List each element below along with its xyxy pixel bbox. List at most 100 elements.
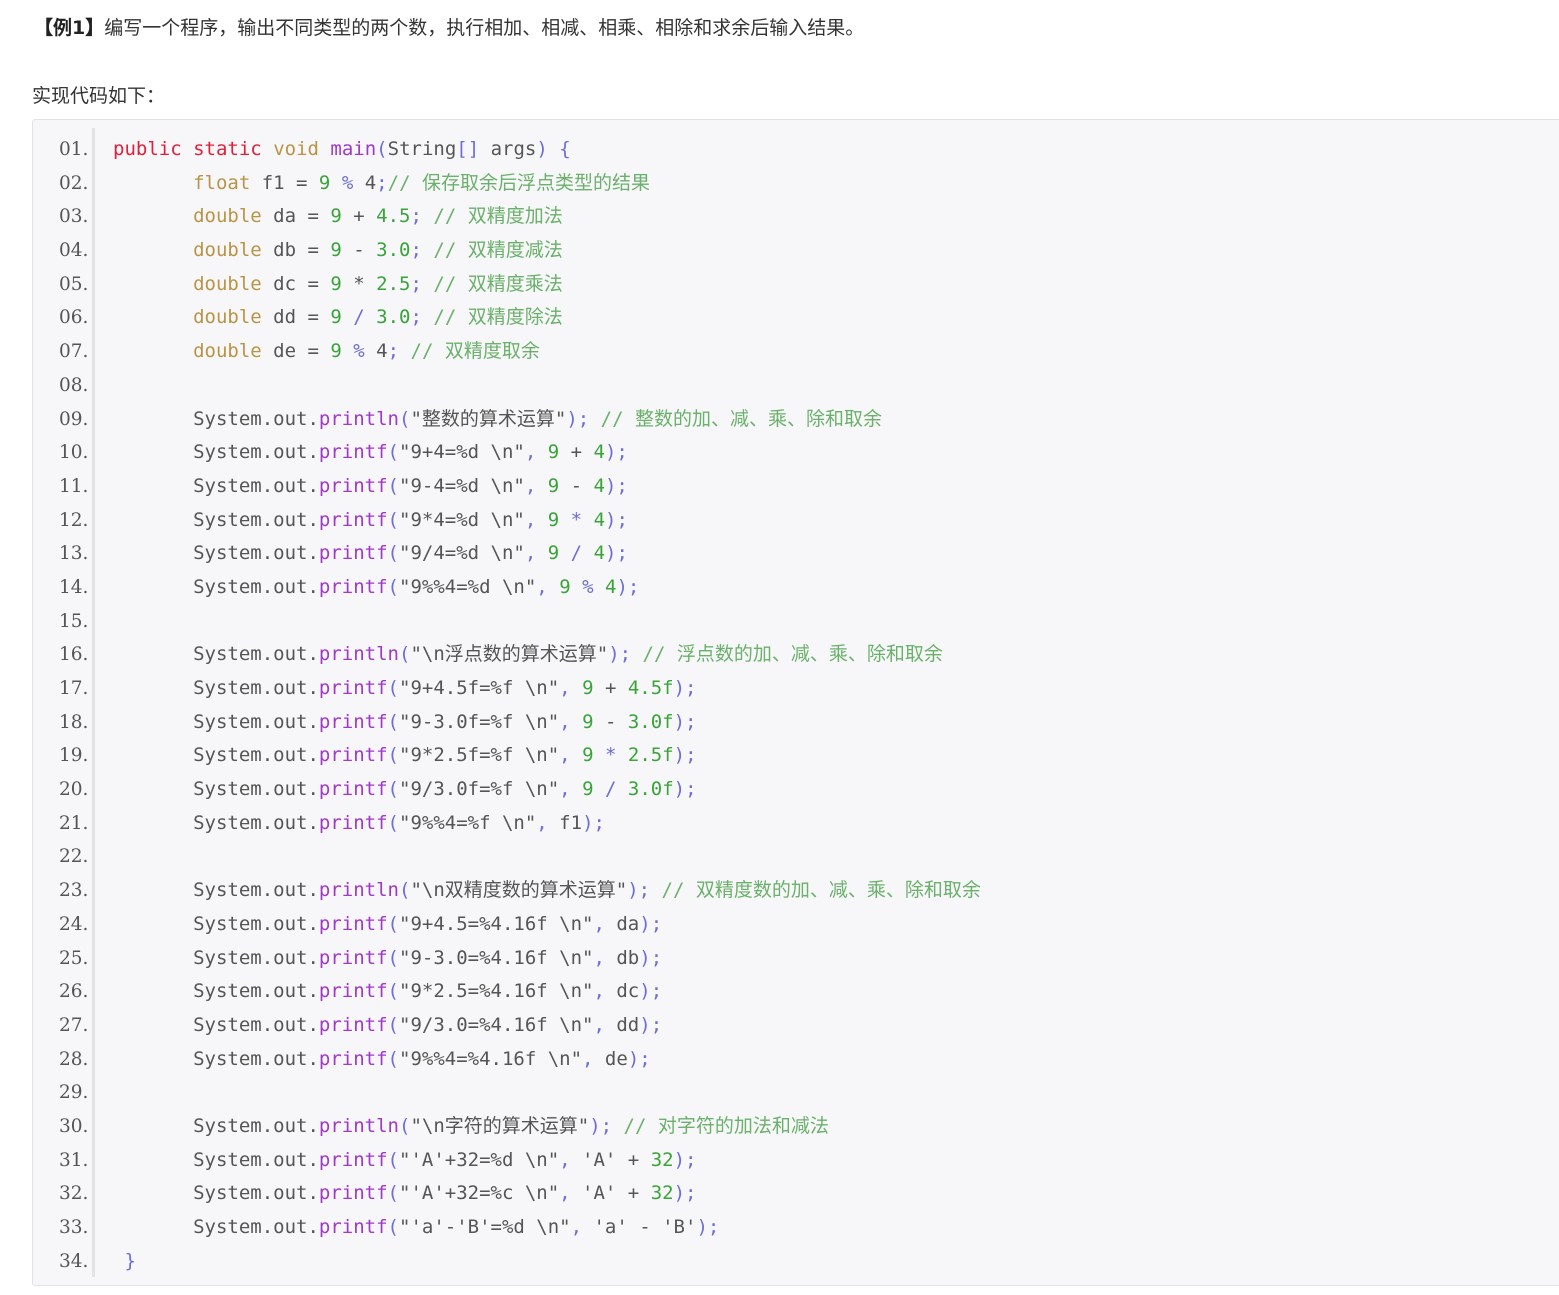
line-number: 06. <box>59 307 89 329</box>
example-tag: 【例1】 <box>34 17 105 39</box>
code-line: 32. System.out.printf("'A'+32=%c \n", 'A… <box>33 1177 1559 1211</box>
punctuation-token: ); <box>673 710 697 733</box>
function-token: main <box>330 138 377 160</box>
line-number: 28. <box>59 1048 89 1070</box>
number-token: 9 <box>318 171 331 194</box>
string-token: "9%%4=%f \n" <box>399 811 537 834</box>
punctuation-token: ); <box>605 542 628 565</box>
code-token: System.out. <box>113 778 319 801</box>
string-token: "9/3.0=%4.16f \n" <box>399 1013 594 1036</box>
code-line: 31. System.out.printf("'A'+32=%d \n", 'A… <box>33 1144 1559 1178</box>
operator-token: / <box>604 778 617 801</box>
code-line: 22. <box>33 840 1559 874</box>
number-token: 32 <box>650 1182 674 1205</box>
comment-token: // 浮点数的加、减、乘、除和取余 <box>642 643 943 666</box>
string-token: "9*2.5=%4.16f \n" <box>399 980 594 1003</box>
code-line: 28. System.out.printf("9%%4=%4.16f \n", … <box>33 1043 1559 1077</box>
function-token: printf <box>318 508 388 531</box>
code-line: 33. System.out.printf("'a'-'B'=%d \n", '… <box>33 1211 1559 1245</box>
code-token: System.out. <box>113 542 319 565</box>
punctuation-token: ); <box>673 744 697 767</box>
line-number: 11. <box>59 475 89 497</box>
punctuation-token: [] <box>456 138 480 160</box>
code-text: double dc = 9 * 2.5; // 双精度乘法 <box>113 268 563 302</box>
number-token: 9 <box>547 441 560 464</box>
number-token: 3.0f <box>627 778 674 801</box>
code-token: + <box>341 205 377 228</box>
string-token: "9-4=%d \n" <box>399 474 525 497</box>
punctuation-token: , <box>593 912 605 935</box>
function-token: printf <box>318 946 388 969</box>
line-number: 29. <box>59 1082 89 1104</box>
line-number: 09. <box>59 408 89 430</box>
code-line: 16. System.out.println("\n浮点数的算术运算"); //… <box>33 638 1559 672</box>
number-token: 9 <box>330 205 342 228</box>
code-line: 17. System.out.printf("9+4.5f=%f \n", 9 … <box>33 672 1559 706</box>
line-number: 08. <box>59 374 89 396</box>
punctuation-token: , <box>536 811 548 834</box>
code-text: System.out.println("\n字符的算术运算"); // 对字符的… <box>113 1110 829 1144</box>
operator-token: % <box>582 575 594 598</box>
line-number: 04. <box>59 240 89 262</box>
function-token: println <box>318 1114 399 1137</box>
code-line: 06. double dd = 9 / 3.0; // 双精度除法 <box>33 301 1559 335</box>
code-text: System.out.printf("9-3.0=%4.16f \n", db)… <box>113 942 662 976</box>
code-text: System.out.printf("9-3.0f=%f \n", 9 - 3.… <box>113 706 697 740</box>
code-token: da <box>604 912 640 935</box>
function-token: printf <box>318 1216 388 1238</box>
string-token: "9+4.5=%4.16f \n" <box>399 912 594 935</box>
number-token: 9 <box>330 340 342 363</box>
line-number: 21. <box>59 812 89 834</box>
code-text: System.out.printf("'A'+32=%c \n", 'A' + … <box>113 1177 696 1211</box>
number-token: 9 <box>547 474 560 497</box>
code-text: System.out.printf("9/4=%d \n", 9 / 4); <box>113 537 628 571</box>
code-token: - <box>559 474 594 497</box>
line-number: 05. <box>59 273 89 295</box>
number-token: 9 <box>547 508 560 531</box>
code-text: double de = 9 % 4; // 双精度取余 <box>113 335 540 369</box>
line-number: 12. <box>59 509 89 531</box>
number-token: 4 <box>593 474 605 497</box>
punctuation-token: , <box>559 710 571 733</box>
code-token: System.out. <box>113 811 319 834</box>
code-lines: 01. public static void main(String[] args… <box>33 133 1559 1278</box>
type-token: double <box>193 205 262 228</box>
code-token: 4 <box>353 171 377 194</box>
type-token: float <box>193 171 251 194</box>
string-token: "9+4=%d \n" <box>399 441 525 464</box>
code-token: System.out. <box>113 879 319 902</box>
code-line: 20. System.out.printf("9/3.0f=%f \n", 9 … <box>33 773 1559 807</box>
punctuation-token: ; <box>410 239 422 262</box>
comment-token: // 保存取余后浮点类型的结果 <box>387 171 650 194</box>
type-token: double <box>193 239 262 262</box>
number-token: 9 <box>547 542 560 565</box>
punctuation-token: , <box>570 1216 583 1238</box>
comment-token: // 双精度除法 <box>433 306 563 329</box>
function-token: printf <box>318 1013 388 1036</box>
line-number: 16. <box>59 644 89 666</box>
code-token: 'a' - 'B' <box>582 1216 697 1238</box>
code-line: 26. System.out.printf("9*2.5=%4.16f \n",… <box>33 975 1559 1009</box>
string-token: "\n浮点数的算术运算" <box>410 643 609 666</box>
punctuation-token: ); <box>589 1114 613 1137</box>
code-text: System.out.printf("9/3.0=%4.16f \n", dd)… <box>113 1009 662 1043</box>
code-token: db <box>604 946 640 969</box>
punctuation-token: ; <box>410 306 422 329</box>
code-line: 24. System.out.printf("9+4.5=%4.16f \n",… <box>33 908 1559 942</box>
punctuation-token: ( <box>387 1182 399 1205</box>
number-token: 9 <box>582 677 594 699</box>
